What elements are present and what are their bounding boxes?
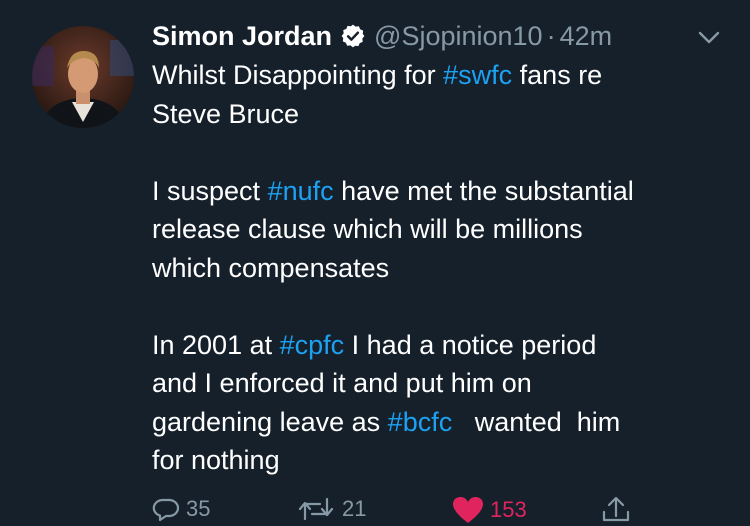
verified-badge-icon — [340, 23, 366, 49]
share-button[interactable] — [600, 496, 638, 522]
heart-icon — [452, 496, 490, 524]
separator-dot: · — [546, 20, 556, 51]
tweet-line: gardening leave as #bcfc wanted him — [152, 406, 621, 437]
hashtag-link[interactable]: #cpfc — [280, 330, 345, 360]
tweet-line: In 2001 at #cpfc I had a notice period — [152, 329, 597, 360]
hashtag-link[interactable]: #swfc — [443, 60, 512, 90]
hashtag-link[interactable]: #bcfc — [388, 407, 453, 437]
author-handle[interactable]: @Sjopinion10 — [374, 21, 543, 52]
share-icon — [600, 496, 638, 522]
tweet-line: release clause which will be millions — [152, 214, 583, 244]
tweet[interactable]: Simon Jordan @Sjopinion10 · 42m Whilst D… — [0, 0, 750, 523]
tweet-body: Whilst Disappointing for #swfc fans re S… — [152, 56, 732, 480]
tweet-line: I suspect #nufc have met the substantial — [152, 175, 634, 206]
tweet-actions: 35 21 153 — [0, 496, 750, 526]
chevron-down-icon[interactable] — [694, 22, 724, 52]
tweet-header: Simon Jordan @Sjopinion10 · 42m — [152, 16, 612, 56]
retweet-button[interactable]: 21 — [296, 496, 366, 522]
author-name[interactable]: Simon Jordan — [152, 21, 332, 52]
timestamp[interactable]: 42m — [560, 21, 613, 52]
reply-icon — [152, 497, 186, 521]
retweet-count: 21 — [342, 496, 367, 521]
reply-count: 35 — [186, 496, 211, 521]
tweet-line: for nothing — [152, 445, 280, 475]
avatar[interactable] — [32, 26, 134, 128]
tweet-line: and I enforced it and put him on — [152, 368, 532, 398]
like-button[interactable]: 153 — [452, 496, 527, 524]
like-count: 153 — [490, 497, 527, 522]
tweet-line: which compensates — [152, 252, 390, 283]
reply-button[interactable]: 35 — [152, 496, 210, 522]
tweet-line: Steve Bruce — [152, 98, 300, 129]
retweet-icon — [296, 497, 342, 521]
hashtag-link[interactable]: #nufc — [268, 176, 334, 206]
tweet-line: Whilst Disappointing for #swfc fans re — [152, 60, 603, 90]
